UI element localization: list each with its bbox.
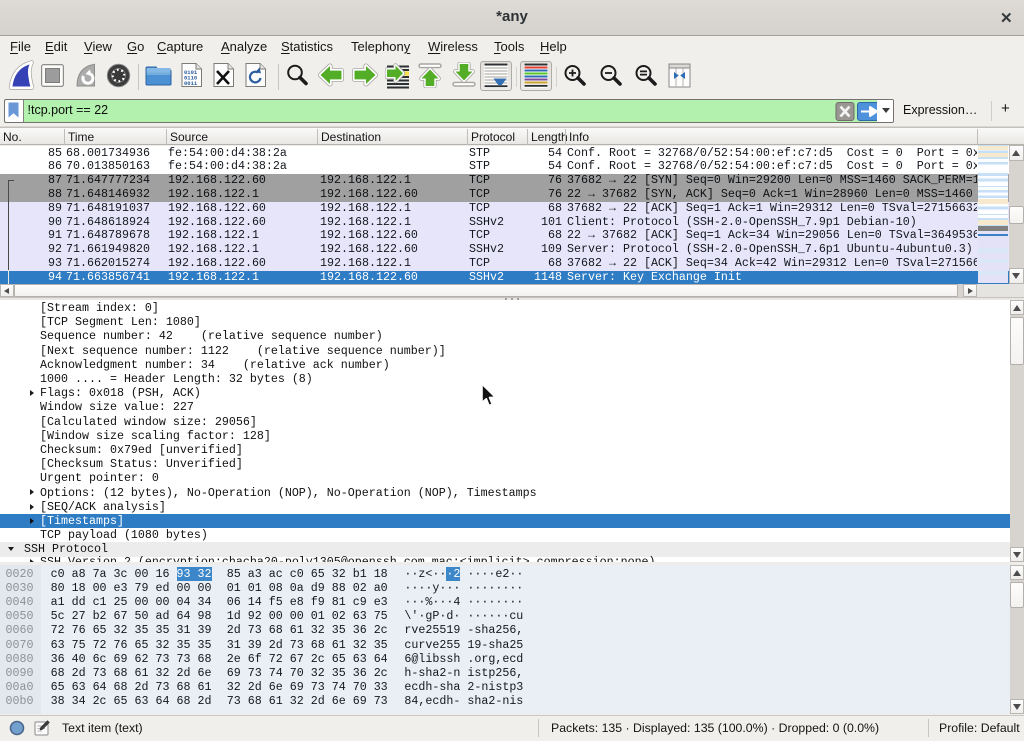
svg-text:0011: 0011 (184, 80, 198, 87)
